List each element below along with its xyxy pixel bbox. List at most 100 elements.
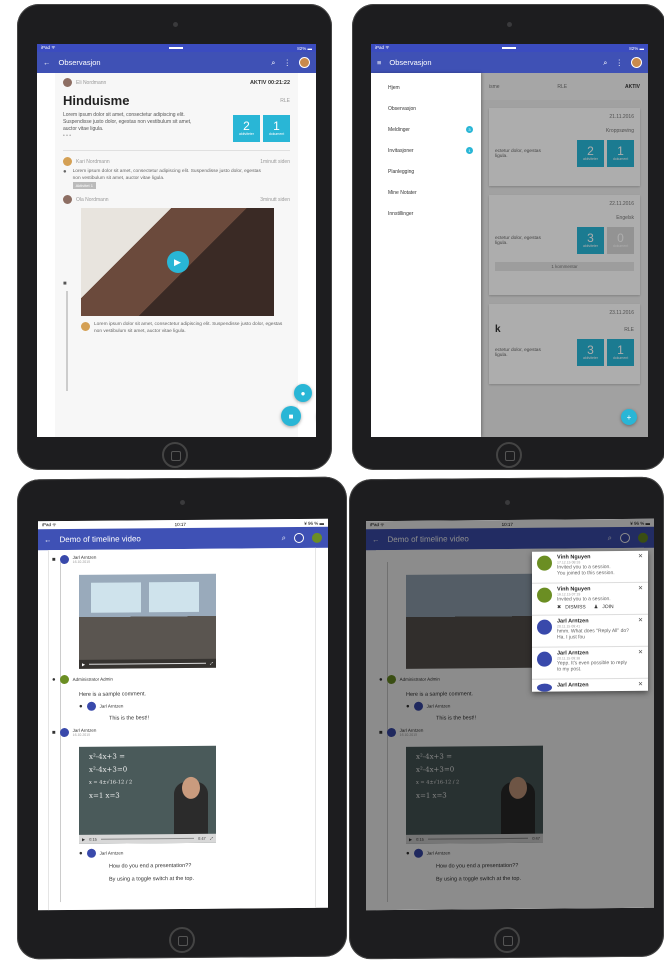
reply-text: This is the best!! [109, 715, 150, 722]
close-icon[interactable]: ✕ [638, 585, 643, 592]
seek-bar[interactable] [100, 837, 194, 840]
menu-item-invitations[interactable]: Invitasjoner 1 [371, 140, 481, 161]
dismiss-button[interactable]: ✖ DISMISS [557, 604, 586, 610]
admin-avatar [59, 674, 69, 685]
sender-avatar [537, 651, 552, 667]
menu-item-messages[interactable]: Meldinger 3 [371, 119, 481, 140]
comment-text: Lorem ipsum dolor sit amet, consectetur … [72, 169, 261, 181]
board-line: x²-4x+3=0 [89, 765, 128, 774]
observation-body: Lorem ipsum dolor sit amet, consectetur … [63, 112, 192, 132]
video-author-name: Ola Nordmann [76, 196, 109, 203]
video-time: 3minutt siden [260, 196, 290, 203]
menu-item-observation[interactable]: Observasjon [371, 98, 481, 119]
timeline-content: ■ Jarl Arntzen 16.10.2015 ▶ ⤢ ● Administrato… [48, 547, 316, 911]
camera [180, 499, 185, 506]
search-icon[interactable]: ⌕ [271, 58, 275, 68]
close-icon[interactable]: ✕ [638, 617, 643, 624]
home-button[interactable] [496, 442, 522, 468]
camera [507, 22, 512, 27]
home-button[interactable] [169, 926, 195, 954]
whiteboard-video[interactable]: x²-4x+3 = x²-4x+3=0 x = 4±√16-12 / 2 x=1… [79, 745, 216, 846]
close-icon[interactable]: ✕ [638, 649, 643, 656]
user-avatar[interactable] [299, 57, 310, 68]
presenter-head [182, 776, 200, 799]
video-thumbnail[interactable]: ▶ [81, 208, 274, 316]
battery-label: 82% ▬ [297, 45, 312, 51]
reply-text: Lorem ipsum dolor sit amet, consectetur … [94, 322, 283, 334]
status-bar: iPad ᯤ 82% ▬ [371, 44, 648, 52]
fullscreen-icon[interactable]: ⤢ [210, 661, 213, 666]
menu-icon[interactable]: ≡ [377, 58, 381, 67]
join-button[interactable]: ♟ JOIN [594, 604, 614, 610]
page-title: Observasjon [389, 58, 432, 67]
menu-item-planning[interactable]: Planlegging [371, 161, 481, 182]
notifications-panel: ✕ Vinh Nguyen 17.12.15 08:33 Invited you… [532, 550, 648, 692]
documents-tile[interactable]: 1 dokument [263, 115, 290, 142]
videocam-icon: ■ [52, 556, 56, 563]
home-button[interactable] [161, 442, 188, 468]
more-vert-icon[interactable]: ⋮ [616, 58, 624, 67]
notification-item[interactable]: ✕ Jarl Arntzen [532, 679, 648, 692]
more-vert-icon[interactable]: ⋮ [284, 58, 292, 67]
invitations-badge: 1 [466, 147, 473, 154]
navigation-drawer: Hjem Observasjon Meldinger 3 Invitasjoner… [371, 73, 481, 437]
reply-author: Jarl Arntzen [99, 850, 124, 856]
notification-item[interactable]: ✕ Jarl Arntzen 20.11.15 09:38 Yepp. It's… [532, 646, 648, 680]
author-name: Eli Nordmann [76, 79, 107, 86]
menu-item-notes[interactable]: Mine Notater [371, 182, 481, 203]
comment-fab[interactable]: ● [294, 384, 312, 402]
reply-icon: ● [79, 703, 83, 710]
app-bar: ≡ Observasjon ⌕ ⋮ [371, 52, 648, 73]
admin-name: Administrator Admin [72, 676, 113, 682]
post-date: 16.10.2015 [72, 559, 91, 564]
activity-tag[interactable]: Aktivitet 1 [72, 182, 96, 189]
play-icon[interactable]: ▶ [82, 662, 85, 667]
menu-item-settings[interactable]: Innstillinger [371, 203, 481, 224]
play-icon[interactable]: ▶ [166, 251, 189, 273]
app-bar: ← Observasjon ⌕ ⋮ [37, 52, 316, 73]
add-fab[interactable]: + [621, 409, 637, 425]
notification-item[interactable]: ✕ Vinh Nguyen 17.12.15 08:33 Invited you… [532, 550, 648, 584]
duration: 0:47 [198, 835, 206, 841]
sender-name: Jarl Arntzen [557, 682, 589, 689]
menu-item-home[interactable]: Hjem [371, 77, 481, 98]
video-fab[interactable]: ■ [281, 406, 301, 426]
reply-avatar [86, 848, 96, 858]
play-icon[interactable]: ▶ [82, 833, 85, 846]
author-avatar [59, 554, 69, 565]
search-icon[interactable]: ⌕ [282, 533, 286, 543]
close-icon[interactable]: ✕ [638, 553, 643, 560]
lecture-video[interactable]: ▶ ⤢ [79, 573, 216, 669]
home-button[interactable] [493, 926, 520, 954]
comment-time: 1minutt siden [260, 158, 290, 165]
camera [504, 499, 510, 506]
sender-avatar [537, 587, 552, 603]
user-avatar[interactable] [631, 57, 642, 68]
close-icon[interactable]: ✕ [638, 681, 643, 688]
user-avatar[interactable] [312, 532, 322, 543]
tablet-frame: iPad ᯤ 82% ▬ ← Observasjon ⌕ ⋮ Eli Nordma… [17, 4, 332, 470]
notification-text: to my post. [557, 666, 582, 673]
screen-observation: iPad ᯤ 82% ▬ ← Observasjon ⌕ ⋮ Eli Nordma… [37, 44, 316, 437]
fullscreen-icon[interactable]: ⤢ [210, 832, 213, 845]
notification-icon[interactable] [294, 532, 304, 543]
expand-dots[interactable]: • • • [63, 133, 193, 139]
back-arrow-icon[interactable]: ← [44, 535, 52, 544]
tablet-frame: iPad ᯤ 10:17 ¥ 96 % ▬ ← Demo of timeline v… [349, 476, 664, 960]
commenter-avatar [63, 157, 72, 166]
search-icon[interactable]: ⌕ [603, 58, 607, 68]
notification-text: Invited you to a session. [557, 596, 611, 603]
reply-avatar [86, 701, 96, 711]
notification-item[interactable]: ✕ Jarl Arntzen 20.11.15 09:41 hmm. What … [532, 614, 648, 648]
observation-content: Eli Nordmann AKTIV 00:21:22 Hinduisme RL… [55, 73, 298, 437]
back-arrow-icon[interactable]: ← [43, 58, 51, 67]
drawer-scrim[interactable] [481, 73, 648, 437]
screen-notifications: iPad ᯤ 10:17 ¥ 96 % ▬ ← Demo of timeline v… [366, 518, 654, 911]
notification-text: You joined to this session. [557, 570, 615, 577]
current-time: 0:15 [89, 836, 97, 842]
activities-tile[interactable]: 2 aktiviteter [233, 115, 260, 142]
tablet-frame: iPad ᯤ 10:17 ¥ 96 % ▬ ← Demo of timeline v… [17, 476, 347, 960]
board-line: x²-4x+3 = [89, 752, 125, 761]
reply-text: By using a toggle switch at the top. [109, 875, 194, 883]
notification-item[interactable]: ✕ Vinh Nguyen 16.12.15 07:19 Invited you… [532, 582, 648, 616]
